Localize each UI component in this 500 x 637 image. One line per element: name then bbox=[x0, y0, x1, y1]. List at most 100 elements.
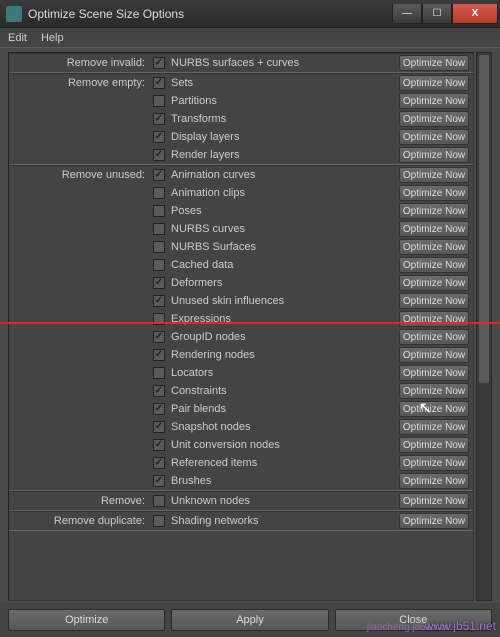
checkbox[interactable] bbox=[153, 403, 165, 415]
checkbox[interactable] bbox=[153, 367, 165, 379]
optimize-now-button[interactable]: Optimize Now bbox=[399, 75, 469, 91]
apply-button[interactable]: Apply bbox=[171, 609, 328, 631]
optimize-now-button[interactable]: Optimize Now bbox=[399, 129, 469, 145]
optimize-button[interactable]: Optimize bbox=[8, 609, 165, 631]
group-label: Remove empty: bbox=[9, 77, 151, 89]
optimize-now-button[interactable]: Optimize Now bbox=[399, 257, 469, 273]
option-label: Locators bbox=[167, 367, 399, 379]
option-row: Render layersOptimize Now bbox=[9, 146, 473, 164]
checkbox[interactable] bbox=[153, 495, 165, 507]
group-label: Remove invalid: bbox=[9, 57, 151, 69]
checkbox[interactable] bbox=[153, 187, 165, 199]
option-label: NURBS Surfaces bbox=[167, 241, 399, 253]
optimize-now-button[interactable]: Optimize Now bbox=[399, 55, 469, 71]
checkbox[interactable] bbox=[153, 349, 165, 361]
option-label: Shading networks bbox=[167, 515, 399, 527]
optimize-now-button[interactable]: Optimize Now bbox=[399, 147, 469, 163]
checkbox[interactable] bbox=[153, 457, 165, 469]
checkbox[interactable] bbox=[153, 131, 165, 143]
optimize-now-button[interactable]: Optimize Now bbox=[399, 167, 469, 183]
option-label: Animation curves bbox=[167, 169, 399, 181]
checkbox[interactable] bbox=[153, 113, 165, 125]
option-row: BrushesOptimize Now bbox=[9, 472, 473, 490]
optimize-now-button[interactable]: Optimize Now bbox=[399, 365, 469, 381]
close-window-button[interactable]: X bbox=[452, 4, 498, 24]
option-row: Display layersOptimize Now bbox=[9, 128, 473, 146]
optimize-now-button[interactable]: Optimize Now bbox=[399, 329, 469, 345]
window-title: Optimize Scene Size Options bbox=[28, 7, 392, 21]
checkbox[interactable] bbox=[153, 313, 165, 325]
option-row: ExpressionsOptimize Now bbox=[9, 310, 473, 328]
option-label: Unknown nodes bbox=[167, 495, 399, 507]
optimize-now-button[interactable]: Optimize Now bbox=[399, 419, 469, 435]
optimize-now-button[interactable]: Optimize Now bbox=[399, 513, 469, 529]
optimize-now-button[interactable]: Optimize Now bbox=[399, 347, 469, 363]
optimize-now-button[interactable]: Optimize Now bbox=[399, 493, 469, 509]
optimize-now-button[interactable]: Optimize Now bbox=[399, 437, 469, 453]
optimize-now-button[interactable]: Optimize Now bbox=[399, 455, 469, 471]
optimize-now-button[interactable]: Optimize Now bbox=[399, 401, 469, 417]
checkbox[interactable] bbox=[153, 149, 165, 161]
option-label: NURBS curves bbox=[167, 223, 399, 235]
checkbox[interactable] bbox=[153, 95, 165, 107]
option-label: Display layers bbox=[167, 131, 399, 143]
group-label: Remove unused: bbox=[9, 169, 151, 181]
options-panel: Remove invalid:NURBS surfaces + curvesOp… bbox=[8, 52, 474, 601]
option-label: GroupID nodes bbox=[167, 331, 399, 343]
checkbox[interactable] bbox=[153, 475, 165, 487]
checkbox[interactable] bbox=[153, 421, 165, 433]
checkbox[interactable] bbox=[153, 223, 165, 235]
app-icon bbox=[6, 6, 22, 22]
option-label: Cached data bbox=[167, 259, 399, 271]
option-label: Constraints bbox=[167, 385, 399, 397]
checkbox[interactable] bbox=[153, 241, 165, 253]
option-label: Render layers bbox=[167, 149, 399, 161]
scrollbar[interactable] bbox=[476, 52, 492, 601]
checkbox[interactable] bbox=[153, 385, 165, 397]
option-label: Rendering nodes bbox=[167, 349, 399, 361]
optimize-now-button[interactable]: Optimize Now bbox=[399, 203, 469, 219]
option-label: NURBS surfaces + curves bbox=[167, 57, 399, 69]
optimize-now-button[interactable]: Optimize Now bbox=[399, 311, 469, 327]
maximize-button[interactable]: ☐ bbox=[422, 4, 452, 24]
minimize-button[interactable]: — bbox=[392, 4, 422, 24]
checkbox[interactable] bbox=[153, 331, 165, 343]
optimize-now-button[interactable]: Optimize Now bbox=[399, 383, 469, 399]
checkbox[interactable] bbox=[153, 169, 165, 181]
footer: Optimize Apply Close bbox=[0, 603, 500, 637]
optimize-now-button[interactable]: Optimize Now bbox=[399, 293, 469, 309]
menu-edit[interactable]: Edit bbox=[8, 32, 27, 44]
option-row: Unit conversion nodesOptimize Now bbox=[9, 436, 473, 454]
option-row: Rendering nodesOptimize Now bbox=[9, 346, 473, 364]
option-row: Remove invalid: NURBS surfaces + curvesOp… bbox=[9, 54, 473, 72]
checkbox[interactable] bbox=[153, 205, 165, 217]
menu-help[interactable]: Help bbox=[41, 32, 64, 44]
option-row: NURBS SurfacesOptimize Now bbox=[9, 238, 473, 256]
option-row: TransformsOptimize Now bbox=[9, 110, 473, 128]
checkbox[interactable] bbox=[153, 295, 165, 307]
optimize-now-button[interactable]: Optimize Now bbox=[399, 221, 469, 237]
option-row: Snapshot nodesOptimize Now bbox=[9, 418, 473, 436]
option-label: Poses bbox=[167, 205, 399, 217]
close-button[interactable]: Close bbox=[335, 609, 492, 631]
optimize-now-button[interactable]: Optimize Now bbox=[399, 473, 469, 489]
checkbox[interactable] bbox=[153, 77, 165, 89]
checkbox[interactable] bbox=[153, 259, 165, 271]
checkbox[interactable] bbox=[153, 439, 165, 451]
checkbox[interactable] bbox=[153, 57, 165, 69]
option-row: NURBS curvesOptimize Now bbox=[9, 220, 473, 238]
optimize-now-button[interactable]: Optimize Now bbox=[399, 275, 469, 291]
option-label: Snapshot nodes bbox=[167, 421, 399, 433]
option-label: Unit conversion nodes bbox=[167, 439, 399, 451]
option-row: DeformersOptimize Now bbox=[9, 274, 473, 292]
option-row: GroupID nodesOptimize Now bbox=[9, 328, 473, 346]
optimize-now-button[interactable]: Optimize Now bbox=[399, 111, 469, 127]
option-label: Transforms bbox=[167, 113, 399, 125]
option-row: Remove unused: Animation curvesOptimize N… bbox=[9, 166, 473, 184]
checkbox[interactable] bbox=[153, 515, 165, 527]
option-row: Cached dataOptimize Now bbox=[9, 256, 473, 274]
optimize-now-button[interactable]: Optimize Now bbox=[399, 239, 469, 255]
checkbox[interactable] bbox=[153, 277, 165, 289]
optimize-now-button[interactable]: Optimize Now bbox=[399, 93, 469, 109]
optimize-now-button[interactable]: Optimize Now bbox=[399, 185, 469, 201]
